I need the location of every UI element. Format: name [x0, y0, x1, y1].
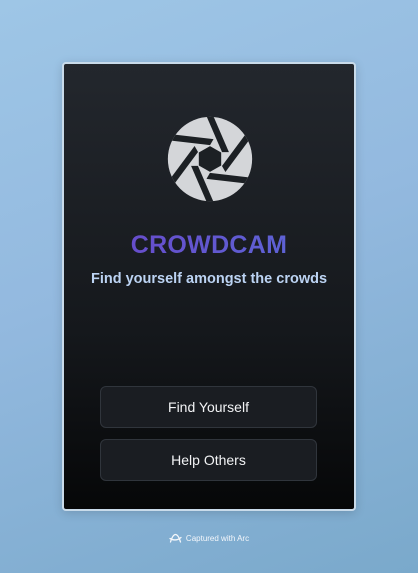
brand-title: CROWDCAM [64, 231, 354, 260]
find-yourself-label: Find Yourself [168, 399, 249, 415]
help-others-button[interactable]: Help Others [100, 439, 317, 481]
arc-logo-icon [169, 533, 182, 543]
help-others-label: Help Others [171, 452, 246, 468]
capture-text: Captured with Arc [185, 534, 250, 543]
app-window: CROWDCAM Find yourself amongst the crowd… [62, 62, 356, 511]
camera-aperture-icon [167, 116, 253, 202]
capture-footer: Captured with Arc [0, 533, 418, 544]
tagline: Find yourself amongst the crowds [90, 271, 328, 287]
find-yourself-button[interactable]: Find Yourself [100, 386, 317, 428]
